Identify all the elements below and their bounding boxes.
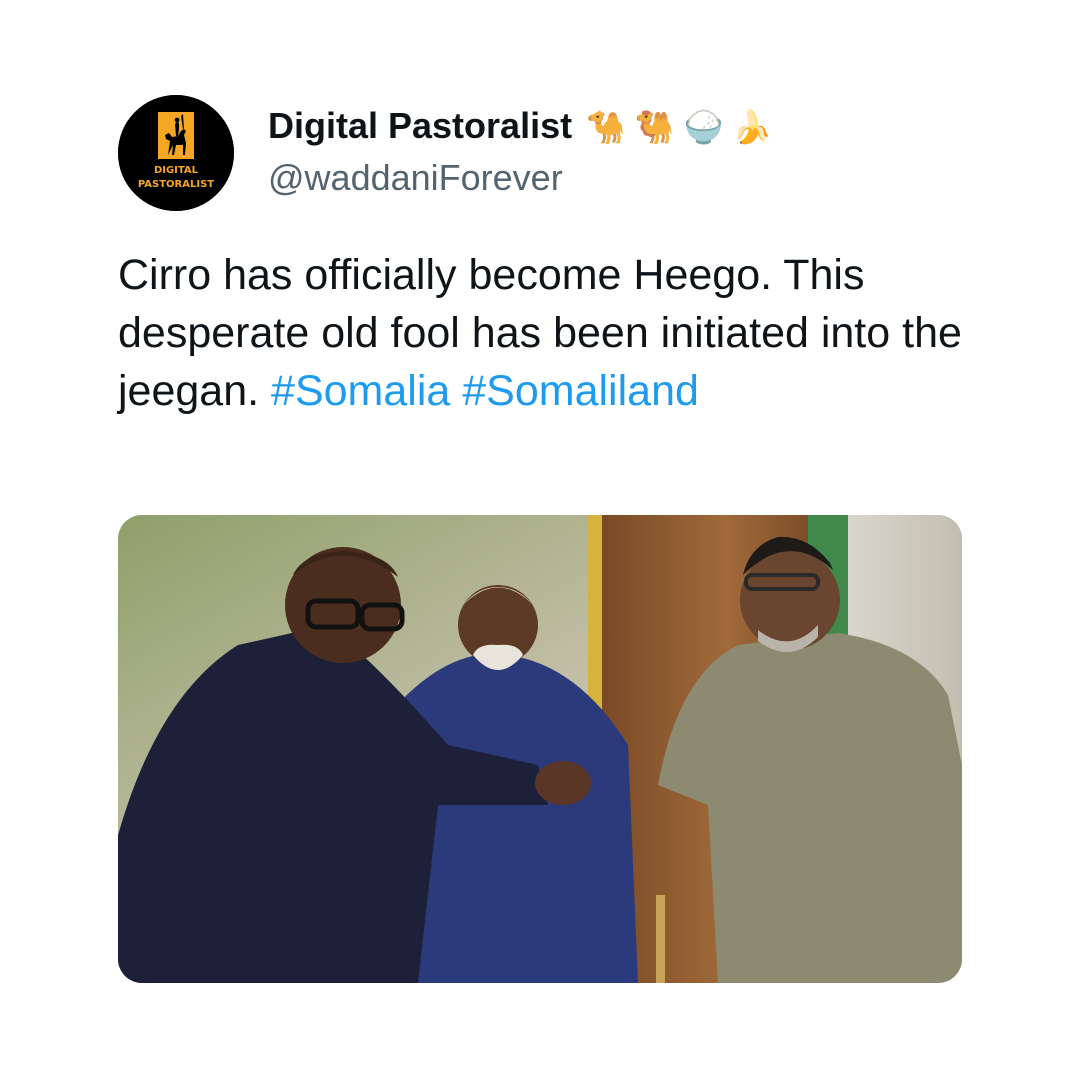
- display-name[interactable]: Digital Pastoralist 🐪 🐫 🍚 🍌: [268, 104, 772, 149]
- hashtag-somaliland[interactable]: #Somaliland: [462, 367, 699, 415]
- name-emojis: 🐪 🐫 🍚 🍌: [586, 109, 773, 145]
- avatar-text-line1: DIGITAL: [154, 165, 199, 176]
- user-handle[interactable]: @waddaniForever: [268, 156, 563, 200]
- avatar[interactable]: DIGITAL PASTORALIST: [118, 95, 234, 211]
- camel-rider-logo-icon: DIGITAL PASTORALIST: [118, 95, 234, 211]
- photo-three-men-handshake: [118, 515, 962, 983]
- tweet-photo[interactable]: [118, 515, 962, 983]
- avatar-text-line2: PASTORALIST: [138, 179, 214, 190]
- tweet-text: Cirro has officially become Heego. This …: [118, 246, 978, 420]
- display-name-text: Digital Pastoralist: [268, 105, 573, 146]
- hashtag-somalia[interactable]: #Somalia: [271, 367, 450, 415]
- tweet-card: DIGITAL PASTORALIST Digital Pastoralist 🐪…: [0, 0, 1080, 1080]
